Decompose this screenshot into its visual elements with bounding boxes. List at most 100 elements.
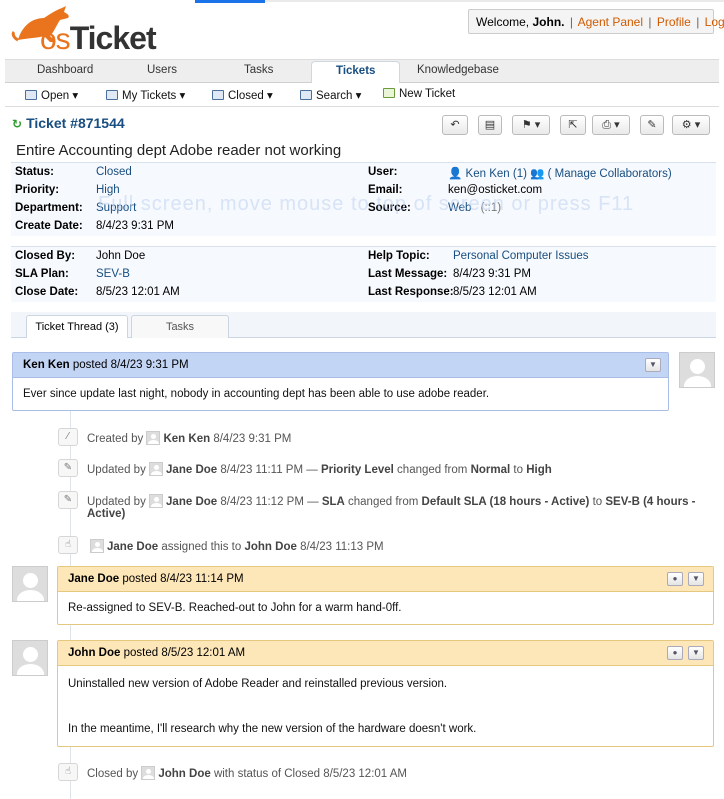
sub-nav: Open ▾ My Tickets ▾ Closed ▾ Search ▾ Ne… — [5, 83, 719, 107]
last-message-label: Last Message: — [368, 268, 448, 280]
pencil-icon: ✎ — [58, 459, 78, 477]
email-value: ken@osticket.com — [448, 184, 543, 196]
page-header: osTicket Welcome, John. | Agent Panel | … — [0, 0, 724, 58]
reply-button[interactable]: ↶ — [442, 115, 468, 135]
tab-knowledgebase[interactable]: Knowledgebase — [417, 64, 499, 76]
tickets-icon — [106, 90, 118, 100]
user-icon: ● — [672, 648, 678, 657]
share-icon: ⇱ — [568, 119, 578, 131]
ticket-title[interactable]: ↻ Ticket #871544 — [12, 115, 125, 131]
chevron-down-icon: ▼ — [692, 574, 700, 583]
magic-wand-icon: ⁄ — [58, 428, 78, 446]
entry-header: Ken Ken posted 8/4/23 9:31 PM — [13, 353, 668, 378]
sla-label: SLA Plan: — [15, 268, 69, 280]
flag-icon: ⚑ — [521, 119, 532, 131]
sla-value: SEV-B — [96, 268, 130, 280]
chevron-down-icon: ▼ — [692, 648, 700, 657]
email-label: Email: — [368, 184, 403, 196]
source-label: Source: — [368, 202, 411, 214]
user-count[interactable]: (1) — [513, 168, 527, 180]
tab-dashboard[interactable]: Dashboard — [37, 64, 93, 76]
tab-tasks[interactable]: Tasks — [244, 64, 273, 76]
entry-options-button[interactable]: ▼ — [688, 572, 704, 586]
avatar — [12, 640, 48, 676]
help-topic-value: Personal Computer Issues — [453, 250, 589, 262]
user-info-button[interactable]: ● — [667, 572, 683, 586]
settings-menu-button[interactable]: ⚙ ▾ — [672, 115, 710, 135]
avatar — [90, 539, 104, 553]
close-date-value: 8/5/23 12:01 AM — [96, 286, 180, 298]
tab-users[interactable]: Users — [147, 64, 177, 76]
logout-link[interactable]: Log Out — [705, 15, 724, 29]
subnav-search[interactable]: Search ▾ — [300, 88, 361, 102]
osticket-logo[interactable]: osTicket — [10, 4, 165, 56]
user-icon: 👤 — [448, 168, 463, 180]
print-icon: ⎙ — [602, 119, 612, 131]
print-menu-button[interactable]: ⎙ ▾ — [592, 115, 630, 135]
entry-body: Ever since update last night, nobody in … — [23, 388, 490, 400]
user-link[interactable]: Ken Ken — [466, 168, 510, 180]
status-label: Status: — [15, 166, 54, 178]
priority-label: Priority: — [15, 184, 60, 196]
avatar — [146, 431, 161, 445]
subnav-my-tickets[interactable]: My Tickets ▾ — [106, 88, 185, 102]
department-value: Support — [96, 202, 137, 214]
avatar — [149, 494, 164, 508]
priority-value: High — [96, 184, 120, 196]
close-date-label: Close Date: — [15, 286, 79, 298]
thumbs-up-icon: ☝ — [58, 536, 78, 554]
new-ticket-icon — [383, 88, 395, 98]
tab-thread-tasks[interactable]: Tasks — [131, 315, 229, 338]
edit-button[interactable]: ✎ — [640, 115, 664, 135]
thread-tabs: Ticket Thread (3) Tasks — [11, 312, 716, 338]
collaborators-icon: 👥 — [530, 168, 545, 180]
transfer-button[interactable]: ⇱ — [560, 115, 586, 135]
agent-panel-link[interactable]: Agent Panel — [578, 15, 643, 29]
entry-body: Re-assigned to SEV-B. Reached-out to Joh… — [68, 602, 402, 614]
welcome-box: Welcome, John. | Agent Panel | Profile |… — [468, 9, 724, 34]
user-icon: ● — [672, 574, 678, 583]
thread-entry-message: Ken Ken posted 8/4/23 9:31 PM ▼ Ever sin… — [12, 352, 669, 411]
user-label: User: — [368, 166, 398, 178]
thread-entry-response: John Doe posted 8/5/23 12:01 AM ● ▼ Unin… — [57, 640, 714, 747]
manage-collaborators-link[interactable]: ( Manage Collaborators) — [548, 168, 672, 180]
logo-text: osTicket — [40, 20, 157, 56]
entry-body-paragraph-1: Uninstalled new version of Adobe Reader … — [68, 678, 448, 690]
tab-tickets[interactable]: Tickets — [311, 61, 401, 84]
source-ip: (::1) — [480, 202, 502, 214]
pencil-icon: ✎ — [58, 491, 78, 509]
avatar — [679, 352, 715, 388]
department-label: Department: — [15, 202, 83, 214]
entry-header: John Doe posted 8/5/23 12:01 AM — [58, 641, 713, 666]
create-date-value: 8/4/23 9:31 PM — [96, 220, 174, 232]
ticket-info-primary: Status: Closed Priority: High Department… — [11, 162, 716, 236]
subnav-open[interactable]: Open ▾ — [25, 88, 78, 102]
chevron-down-icon: ▼ — [649, 360, 657, 369]
entry-options-button[interactable]: ▼ — [645, 358, 661, 372]
source-link[interactable]: Web — [448, 202, 471, 214]
thread-entry-response: Jane Doe posted 8/4/23 11:14 PM ● ▼ Re-a… — [57, 566, 714, 625]
flag-menu-button[interactable]: ⚑ ▾ — [512, 115, 550, 135]
subnav-closed[interactable]: Closed ▾ — [212, 88, 273, 102]
search-icon — [300, 90, 312, 100]
refresh-icon[interactable]: ↻ — [12, 117, 22, 131]
edit-icon: ✎ — [647, 119, 657, 131]
note-button[interactable]: ▤ — [478, 115, 502, 135]
tab-ticket-thread[interactable]: Ticket Thread (3) — [26, 315, 128, 338]
last-response-label: Last Response: — [368, 286, 454, 298]
entry-options-button[interactable]: ▼ — [688, 646, 704, 660]
thumbs-up-icon: ☝ — [58, 763, 78, 781]
subnav-new-ticket[interactable]: New Ticket — [383, 88, 455, 100]
user-info-button[interactable]: ● — [667, 646, 683, 660]
avatar — [141, 766, 156, 780]
profile-link[interactable]: Profile — [657, 15, 691, 29]
user-value: 👤 Ken Ken (1) 👥 ( Manage Collaborators) — [448, 166, 672, 180]
last-message-value: 8/4/23 9:31 PM — [453, 268, 531, 280]
avatar — [149, 462, 164, 476]
source-value: Web (::1) — [448, 202, 501, 214]
closed-by-label: Closed By: — [15, 250, 76, 262]
ticket-subject: Entire Accounting dept Adobe reader not … — [16, 142, 342, 159]
gear-icon: ⚙ — [681, 119, 692, 131]
help-topic-label: Help Topic: — [368, 250, 430, 262]
sla-update-continuation: Active) — [87, 508, 126, 520]
